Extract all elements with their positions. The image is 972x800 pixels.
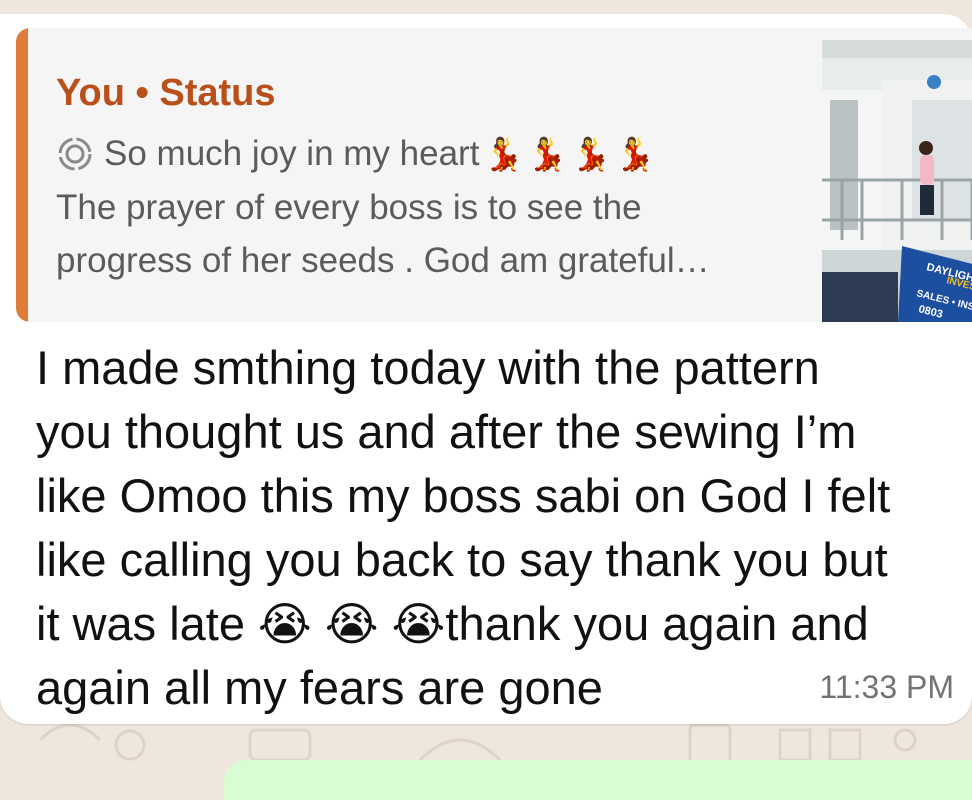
- quote-line-3: progress of her seeds . God am grateful…: [56, 241, 710, 280]
- dancer-emoji: 💃: [571, 136, 611, 172]
- crying-emoji: 😭: [324, 598, 379, 650]
- message-text: I made smthing today with the pattern yo…: [36, 336, 936, 720]
- quote-line-1: So much joy in my heart 💃 💃 💃 💃: [56, 134, 655, 174]
- dancer-emoji: 💃: [614, 136, 655, 172]
- dancer-emoji: 💃: [527, 136, 568, 172]
- quote-accent-bar: [16, 28, 28, 322]
- message-line: like calling you back to say thank you b…: [36, 533, 888, 586]
- quote-header: You • Status: [56, 72, 276, 114]
- message-line-5-end: thank you again and: [445, 597, 869, 650]
- quote-line-2: The prayer of every boss is to see the: [56, 188, 642, 227]
- thumbnail-image: DAYLIGHT PE INVESTMEN SALES • INSTALLATI…: [822, 40, 972, 322]
- message-line: I made smthing today with the pattern: [36, 341, 820, 394]
- message-bubble[interactable]: You • Status So much joy in my heart 💃 💃…: [0, 14, 972, 724]
- message-line-5-start: it was late: [36, 597, 259, 650]
- message-line-5: it was late 😭 😭 😭thank you again and: [36, 592, 936, 656]
- dancer-emoji: 💃: [483, 136, 524, 172]
- message-line: again all my fears are gone: [36, 661, 603, 714]
- next-message-bubble[interactable]: [224, 760, 972, 800]
- crying-emoji: 😭: [258, 598, 312, 650]
- message-line: like Omoo this my boss sabi on God I fel…: [36, 469, 891, 522]
- crying-emoji: 😭: [391, 598, 446, 650]
- quote-line-1-text: So much joy in my heart: [104, 134, 480, 173]
- status-ring-icon: [58, 137, 92, 171]
- status-thumbnail[interactable]: DAYLIGHT PE INVESTMEN SALES • INSTALLATI…: [822, 40, 972, 322]
- message-line: you thought us and after the sewing I’m: [36, 405, 857, 458]
- quoted-status-reply[interactable]: You • Status So much joy in my heart 💃 💃…: [16, 28, 972, 322]
- message-timestamp: 11:33 PM: [819, 669, 954, 705]
